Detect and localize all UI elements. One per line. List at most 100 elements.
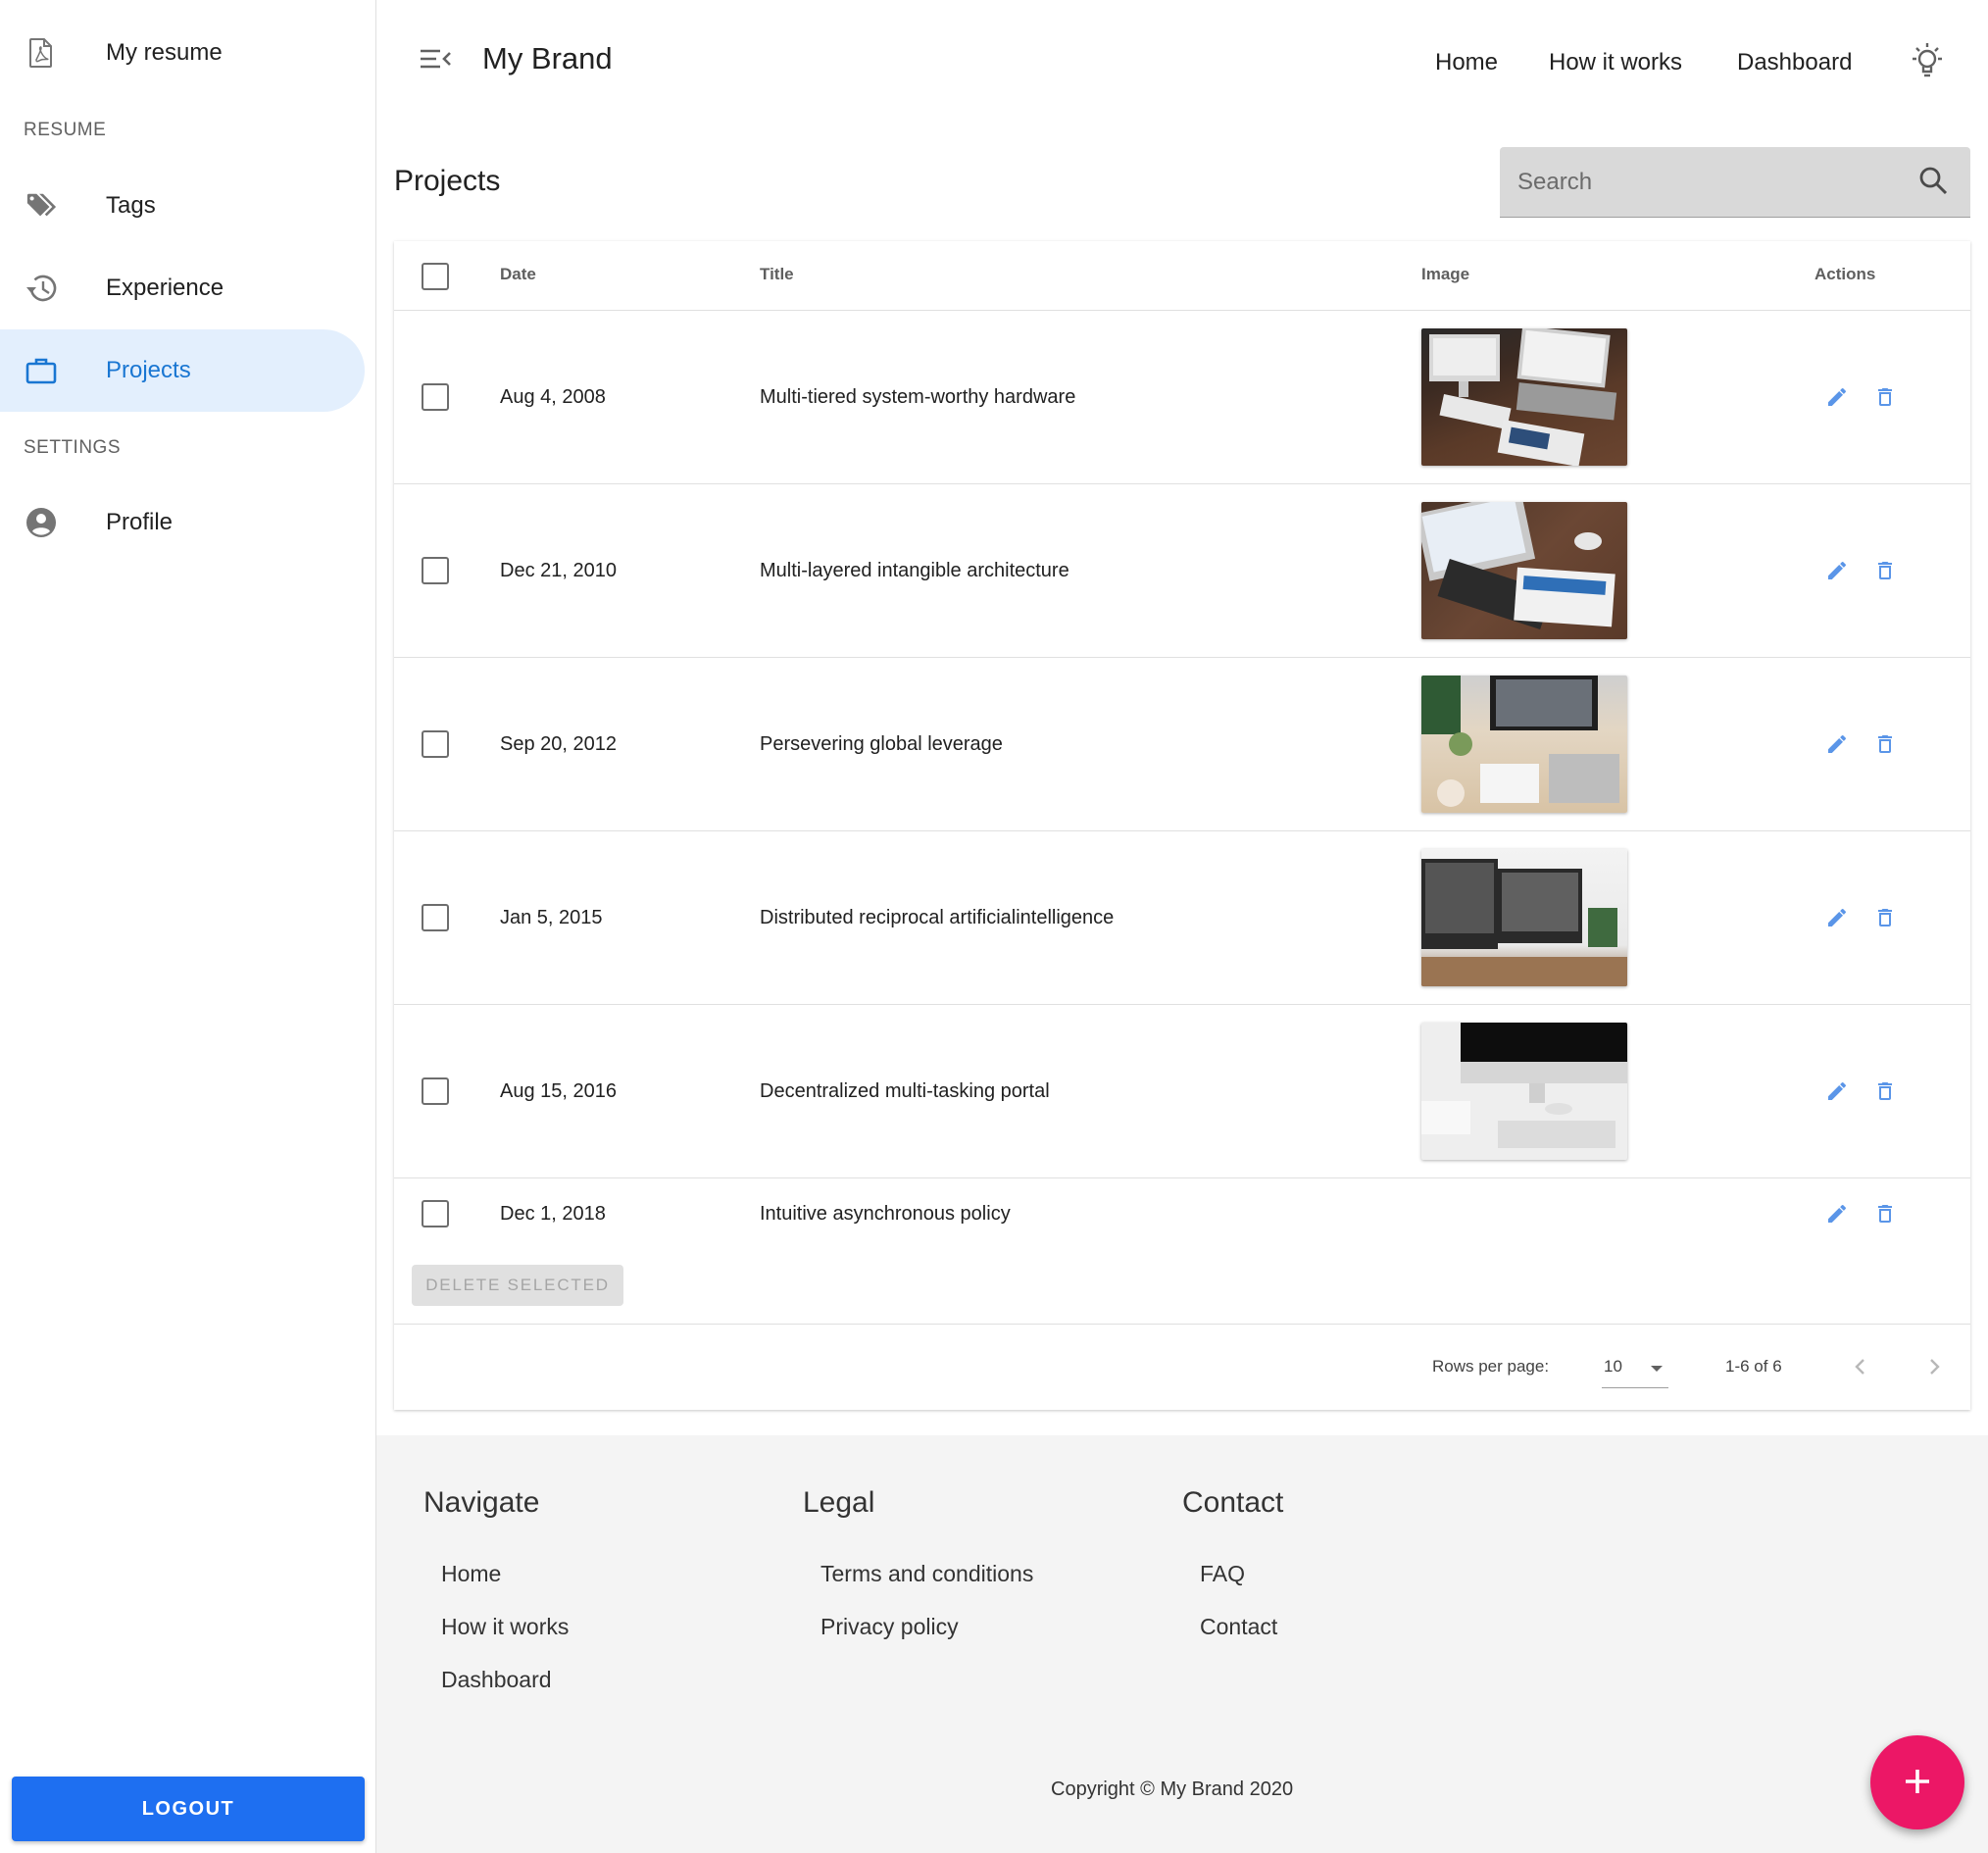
row-title: Persevering global leverage	[760, 733, 1003, 755]
table-row: Sep 20, 2012 Persevering global leverage	[394, 658, 1970, 831]
table-row: Dec 21, 2010 Multi-layered intangible ar…	[394, 484, 1970, 658]
project-image	[1421, 676, 1627, 813]
table-row: Aug 15, 2016 Decentralized multi-tasking…	[394, 1005, 1970, 1178]
column-header-image: Image	[1421, 265, 1470, 283]
settings-section-header: SETTINGS	[24, 437, 122, 458]
drawer-item-label: Projects	[106, 357, 191, 383]
footer-link-how-it-works[interactable]: How it works	[441, 1614, 569, 1640]
project-image	[1421, 1023, 1627, 1160]
add-project-button[interactable]	[1870, 1735, 1964, 1829]
briefcase-icon	[25, 355, 57, 386]
rows-per-page-value: 10	[1604, 1357, 1622, 1376]
row-date: Dec 1, 2018	[500, 1203, 606, 1225]
row-checkbox[interactable]	[422, 1077, 449, 1105]
row-title: Multi-tiered system-worthy hardware	[760, 386, 1076, 408]
drawer-item-label: Profile	[106, 509, 174, 535]
search-icon[interactable]	[1917, 165, 1951, 198]
row-title: Decentralized multi-tasking portal	[760, 1080, 1050, 1102]
row-checkbox[interactable]	[422, 904, 449, 931]
edit-icon[interactable]	[1825, 1202, 1851, 1227]
row-checkbox[interactable]	[422, 1200, 449, 1227]
row-checkbox[interactable]	[422, 557, 449, 584]
previous-page-icon[interactable]	[1849, 1355, 1872, 1383]
row-title: Multi-layered intangible architecture	[760, 560, 1069, 581]
drawer-item-tags[interactable]: Tags	[0, 165, 365, 247]
topnav-home[interactable]: Home	[1435, 49, 1498, 76]
plus-icon	[1898, 1769, 1937, 1804]
copyright-text: Copyright © My Brand 2020	[1051, 1778, 1294, 1800]
drawer-item-label: Tags	[106, 192, 156, 219]
delete-selected-button[interactable]: DELETE SELECTED	[412, 1265, 623, 1306]
row-date: Aug 15, 2016	[500, 1080, 617, 1102]
navigation-drawer: My resume RESUME Tags Experience Project…	[0, 0, 376, 1853]
row-date: Aug 4, 2008	[500, 386, 606, 408]
column-header-actions: Actions	[1814, 265, 1876, 283]
topnav-how-it-works[interactable]: How it works	[1549, 49, 1682, 76]
next-page-icon[interactable]	[1922, 1355, 1946, 1383]
pagination-range: 1-6 of 6	[1725, 1357, 1782, 1376]
pdf-file-icon	[25, 37, 57, 69]
row-checkbox[interactable]	[422, 383, 449, 411]
history-icon	[25, 273, 57, 304]
delete-icon[interactable]	[1873, 385, 1899, 411]
footer-link-faq[interactable]: FAQ	[1200, 1561, 1245, 1587]
account-circle-icon	[25, 507, 57, 538]
drawer-item-label: My resume	[106, 39, 223, 66]
pagination-divider	[394, 1324, 1970, 1325]
topnav-dashboard[interactable]: Dashboard	[1737, 49, 1852, 76]
column-header-date[interactable]: Date	[500, 265, 536, 284]
footer-link-contact[interactable]: Contact	[1200, 1614, 1277, 1640]
row-date: Dec 21, 2010	[500, 560, 617, 581]
edit-icon[interactable]	[1825, 906, 1851, 931]
resume-section-header: RESUME	[24, 120, 107, 140]
rows-per-page-label: Rows per page:	[1432, 1357, 1550, 1376]
edit-icon[interactable]	[1825, 1079, 1851, 1105]
column-header-title[interactable]: Title	[760, 265, 794, 284]
search-field[interactable]: Search	[1500, 147, 1970, 218]
select-all-checkbox[interactable]	[422, 263, 449, 290]
project-image	[1421, 849, 1627, 986]
footer-heading-navigate: Navigate	[423, 1486, 540, 1519]
footer-link-home[interactable]: Home	[441, 1561, 501, 1587]
rows-per-page-select[interactable]: 10	[1602, 1349, 1668, 1388]
edit-icon[interactable]	[1825, 559, 1851, 584]
project-image	[1421, 502, 1627, 639]
delete-icon[interactable]	[1873, 732, 1899, 758]
row-title: Distributed reciprocal artificialintelli…	[760, 907, 1115, 928]
row-date: Jan 5, 2015	[500, 907, 603, 928]
footer-link-dashboard[interactable]: Dashboard	[441, 1667, 552, 1693]
project-image	[1421, 328, 1627, 466]
delete-icon[interactable]	[1873, 559, 1899, 584]
menu-collapse-icon[interactable]	[418, 43, 457, 78]
edit-icon[interactable]	[1825, 385, 1851, 411]
delete-icon[interactable]	[1873, 1079, 1899, 1105]
drawer-item-projects[interactable]: Projects	[0, 329, 365, 412]
drawer-item-label: Experience	[106, 275, 224, 301]
search-input[interactable]: Search	[1517, 169, 1592, 196]
chevron-down-icon	[1647, 1359, 1666, 1383]
tags-icon	[25, 190, 57, 222]
table-row: Dec 1, 2018 Intuitive asynchronous polic…	[394, 1178, 1970, 1251]
logout-button[interactable]: LOGOUT	[12, 1777, 365, 1841]
row-title: Intuitive asynchronous policy	[760, 1203, 1011, 1225]
lightbulb-icon[interactable]	[1906, 39, 1951, 84]
table-row: Jan 5, 2015 Distributed reciprocal artif…	[394, 831, 1970, 1005]
table-row: Aug 4, 2008 Multi-tiered system-worthy h…	[394, 311, 1970, 484]
brand-title[interactable]: My Brand	[482, 41, 613, 76]
drawer-item-experience[interactable]: Experience	[0, 247, 365, 329]
row-checkbox[interactable]	[422, 730, 449, 758]
footer: Navigate Home How it works Dashboard Leg…	[376, 1435, 1988, 1853]
drawer-item-profile[interactable]: Profile	[0, 481, 365, 564]
footer-heading-contact: Contact	[1182, 1486, 1284, 1519]
row-date: Sep 20, 2012	[500, 733, 617, 755]
footer-link-privacy[interactable]: Privacy policy	[820, 1614, 959, 1640]
app-bar: My Brand Home How it works Dashboard	[376, 0, 1988, 125]
delete-icon[interactable]	[1873, 1202, 1899, 1227]
page-title: Projects	[394, 165, 501, 197]
delete-icon[interactable]	[1873, 906, 1899, 931]
projects-table: Date Title Image Actions Aug 4, 2008 Mul…	[394, 241, 1970, 1410]
edit-icon[interactable]	[1825, 732, 1851, 758]
drawer-item-my-resume[interactable]: My resume	[0, 12, 365, 94]
footer-link-terms[interactable]: Terms and conditions	[820, 1561, 1033, 1587]
footer-heading-legal: Legal	[803, 1486, 875, 1519]
